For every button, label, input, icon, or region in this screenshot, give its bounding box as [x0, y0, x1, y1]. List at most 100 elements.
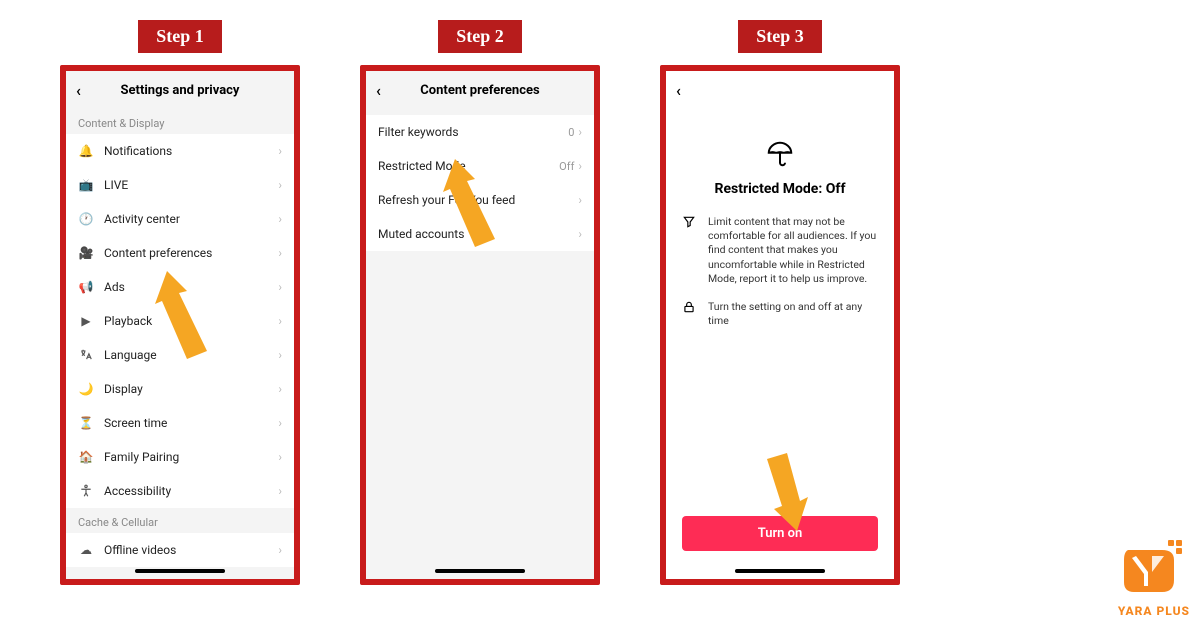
home-indicator — [435, 569, 525, 573]
header: ‹ — [666, 71, 894, 109]
row-label: Muted accounts — [378, 227, 578, 241]
clock-icon: 🕐 — [78, 211, 94, 227]
chevron-right-icon: › — [278, 314, 282, 328]
chevron-right-icon: › — [578, 193, 582, 207]
home-indicator — [735, 569, 825, 573]
row-label: Notifications — [104, 144, 278, 158]
step-2-label: Step 2 — [438, 20, 522, 53]
chevron-right-icon: › — [278, 212, 282, 226]
row-label: Refresh your For You feed — [378, 193, 578, 207]
chevron-right-icon: › — [578, 227, 582, 241]
row-label: Ads — [104, 280, 278, 294]
lock-icon — [682, 300, 698, 328]
info-limit-content: Limit content that may not be comfortabl… — [682, 215, 878, 286]
chevron-right-icon: › — [278, 348, 282, 362]
brand-logo: YARA PLUS — [1118, 538, 1190, 618]
phone-screen-1: ‹ Settings and privacy Content & Display… — [60, 65, 300, 585]
filter-icon — [682, 215, 698, 286]
chevron-right-icon: › — [278, 178, 282, 192]
step-1-label: Step 1 — [138, 20, 222, 53]
back-icon[interactable]: ‹ — [376, 81, 381, 100]
row-label: LIVE — [104, 178, 278, 192]
logo-text: YARA PLUS — [1118, 604, 1190, 618]
row-language[interactable]: Language› — [66, 338, 294, 372]
chevron-right-icon: › — [278, 450, 282, 464]
hourglass-icon: ⏳ — [78, 415, 94, 431]
row-refresh-feed[interactable]: Refresh your For You feed› — [366, 183, 594, 217]
back-icon[interactable]: ‹ — [76, 81, 81, 100]
settings-list: 🔔Notifications› 📺LIVE› 🕐Activity center›… — [66, 134, 294, 508]
language-icon — [78, 347, 94, 363]
step-3-column: Step 3 ‹ Restricted Mode: Off Limit cont… — [660, 20, 900, 585]
row-label: Screen time — [104, 416, 278, 430]
row-offline-videos[interactable]: ☁ Offline videos› — [66, 533, 294, 567]
moon-icon: 🌙 — [78, 381, 94, 397]
phone-screen-2: ‹ Content preferences Filter keywords0 › … — [360, 65, 600, 585]
step-2-column: Step 2 ‹ Content preferences Filter keyw… — [360, 20, 600, 585]
row-ads[interactable]: 📢 Ads› — [66, 270, 294, 304]
accessibility-icon — [78, 483, 94, 499]
chevron-right-icon: › — [278, 144, 282, 158]
settings-list-2: ☁ Offline videos› — [66, 533, 294, 567]
row-label: Family Pairing — [104, 450, 278, 464]
row-screen-time[interactable]: ⏳ Screen time› — [66, 406, 294, 440]
chevron-right-icon: › — [278, 416, 282, 430]
restricted-mode-title: Restricted Mode: Off — [682, 181, 878, 197]
chevron-right-icon: › — [278, 280, 282, 294]
row-live[interactable]: 📺 LIVE› — [66, 168, 294, 202]
logo-icon — [1118, 538, 1188, 602]
row-muted-accounts[interactable]: Muted accounts› — [366, 217, 594, 251]
chevron-right-icon: › — [278, 484, 282, 498]
tutorial-steps: Step 1 ‹ Settings and privacy Content & … — [0, 0, 1200, 605]
row-accessibility[interactable]: Accessibility› — [66, 474, 294, 508]
home-icon: 🏠 — [78, 449, 94, 465]
chevron-right-icon: › — [578, 125, 582, 139]
chevron-right-icon: › — [278, 246, 282, 260]
row-label: Offline videos — [104, 543, 278, 557]
row-content-preferences[interactable]: 🎥 Content preferences› — [66, 236, 294, 270]
row-label: Activity center — [104, 212, 278, 226]
chevron-right-icon: › — [278, 543, 282, 557]
umbrella-icon — [682, 139, 878, 169]
chevron-right-icon: › — [578, 159, 582, 173]
row-activity[interactable]: 🕐 Activity center› — [66, 202, 294, 236]
row-label: Filter keywords — [378, 125, 568, 139]
section-header-2: Cache & Cellular — [66, 508, 294, 533]
info-toggle: Turn the setting on and off at any time — [682, 300, 878, 328]
row-value: 0 — [568, 126, 574, 139]
home-indicator — [135, 569, 225, 573]
row-label: Display — [104, 382, 278, 396]
info-text: Limit content that may not be comfortabl… — [708, 215, 878, 286]
row-notifications[interactable]: 🔔 Notifications› — [66, 134, 294, 168]
phone-screen-3: ‹ Restricted Mode: Off Limit content tha… — [660, 65, 900, 585]
tv-icon: 📺 — [78, 177, 94, 193]
step-1-column: Step 1 ‹ Settings and privacy Content & … — [60, 20, 300, 585]
section-header: Content & Display — [66, 109, 294, 134]
restricted-mode-body: Restricted Mode: Off Limit content that … — [666, 109, 894, 579]
chevron-right-icon: › — [278, 382, 282, 396]
cloud-icon: ☁ — [78, 542, 94, 558]
row-value: Off — [559, 160, 574, 173]
row-display[interactable]: 🌙 Display› — [66, 372, 294, 406]
info-text: Turn the setting on and off at any time — [708, 300, 878, 328]
row-playback[interactable]: ▶ Playback› — [66, 304, 294, 338]
row-label: Playback — [104, 314, 278, 328]
video-icon: 🎥 — [78, 245, 94, 261]
row-filter-keywords[interactable]: Filter keywords0 › — [366, 115, 594, 149]
content-pref-list: Filter keywords0 › Restricted ModeOff › Re… — [366, 115, 594, 251]
row-label: Restricted Mode — [378, 159, 559, 173]
bell-icon: 🔔 — [78, 143, 94, 159]
page-title: Content preferences — [366, 83, 594, 98]
header: ‹ Content preferences — [366, 71, 594, 109]
header: ‹ Settings and privacy — [66, 71, 294, 109]
back-icon[interactable]: ‹ — [676, 81, 681, 100]
page-title: Settings and privacy — [66, 83, 294, 98]
play-icon: ▶ — [78, 313, 94, 329]
row-label: Language — [104, 348, 278, 362]
megaphone-icon: 📢 — [78, 279, 94, 295]
row-label: Accessibility — [104, 484, 278, 498]
row-label: Content preferences — [104, 246, 278, 260]
turn-on-button[interactable]: Turn on — [682, 516, 878, 551]
row-restricted-mode[interactable]: Restricted ModeOff › — [366, 149, 594, 183]
row-family-pairing[interactable]: 🏠 Family Pairing› — [66, 440, 294, 474]
